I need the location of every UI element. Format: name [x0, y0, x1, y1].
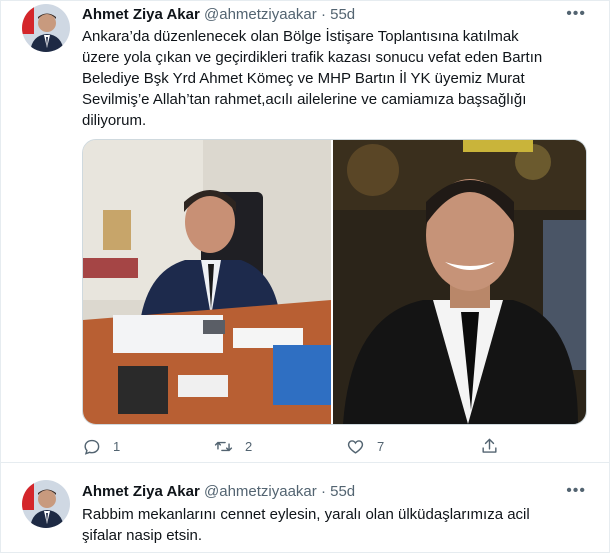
tweet-text-line: Belediye Bşk Yrd Ahmet Kömeç ve MHP Bart… [82, 70, 525, 87]
reply-icon [84, 439, 100, 455]
author-handle[interactable]: @ahmetziyaakar [204, 6, 317, 23]
tweet-text-line: Rabbim mekanlarını cennet eylesin, yaral… [82, 506, 530, 523]
tweet-time[interactable]: 55d [330, 483, 355, 500]
author-name[interactable]: Ahmet Ziya Akar [82, 483, 200, 500]
like-button[interactable]: 7 [346, 432, 384, 460]
tweet[interactable]: Ahmet Ziya Akar @ahmetziyaakar · 55d •••… [0, 0, 610, 463]
more-icon[interactable]: ••• [566, 5, 586, 23]
reply-button[interactable]: 1 [82, 432, 120, 460]
share-button[interactable] [480, 432, 499, 460]
tweet-media[interactable] [82, 139, 587, 425]
tweet-text-line: Ankara’da düzenlenecek olan Bölge İstişa… [82, 28, 519, 45]
tweet-actions: 1 2 7 [82, 432, 582, 460]
tweet-text-line: üzere yola çıkan ve geçirdikleri trafik … [82, 49, 543, 66]
like-count: 7 [377, 438, 385, 454]
reply-count: 1 [113, 438, 121, 454]
tweet[interactable]: Ahmet Ziya Akar @ahmetziyaakar · 55d •••… [0, 463, 610, 553]
like-icon [347, 439, 364, 454]
more-icon[interactable]: ••• [566, 482, 586, 500]
tweet-text: Ankara’da düzenlenecek olan Bölge İstişa… [82, 26, 582, 131]
tweet-text-line: diliyorum. [82, 112, 147, 129]
author-handle[interactable]: @ahmetziyaakar [204, 483, 317, 500]
photo-office[interactable] [83, 140, 331, 424]
separator-dot: · [320, 483, 326, 500]
share-icon [482, 438, 497, 453]
retweet-button[interactable]: 2 [214, 432, 252, 460]
retweet-icon [214, 441, 233, 451]
tweet-time[interactable]: 55d [330, 6, 355, 23]
tweet-text-line: Sevilmiş’e Allah’tan rahmet,acılı ailele… [82, 91, 527, 108]
tweet-header: Ahmet Ziya Akar @ahmetziyaakar · 55d [82, 482, 355, 502]
tweet-text-line: şifalar nasip etsin. [82, 527, 203, 544]
author-name[interactable]: Ahmet Ziya Akar [82, 6, 200, 23]
tweet-header: Ahmet Ziya Akar @ahmetziyaakar · 55d [82, 5, 355, 25]
avatar[interactable] [22, 480, 70, 528]
avatar[interactable] [22, 4, 70, 52]
tweet-text: Rabbim mekanlarını cennet eylesin, yaral… [82, 504, 582, 546]
retweet-count: 2 [245, 438, 253, 454]
photo-night[interactable] [333, 140, 586, 424]
separator-dot: · [320, 6, 326, 23]
